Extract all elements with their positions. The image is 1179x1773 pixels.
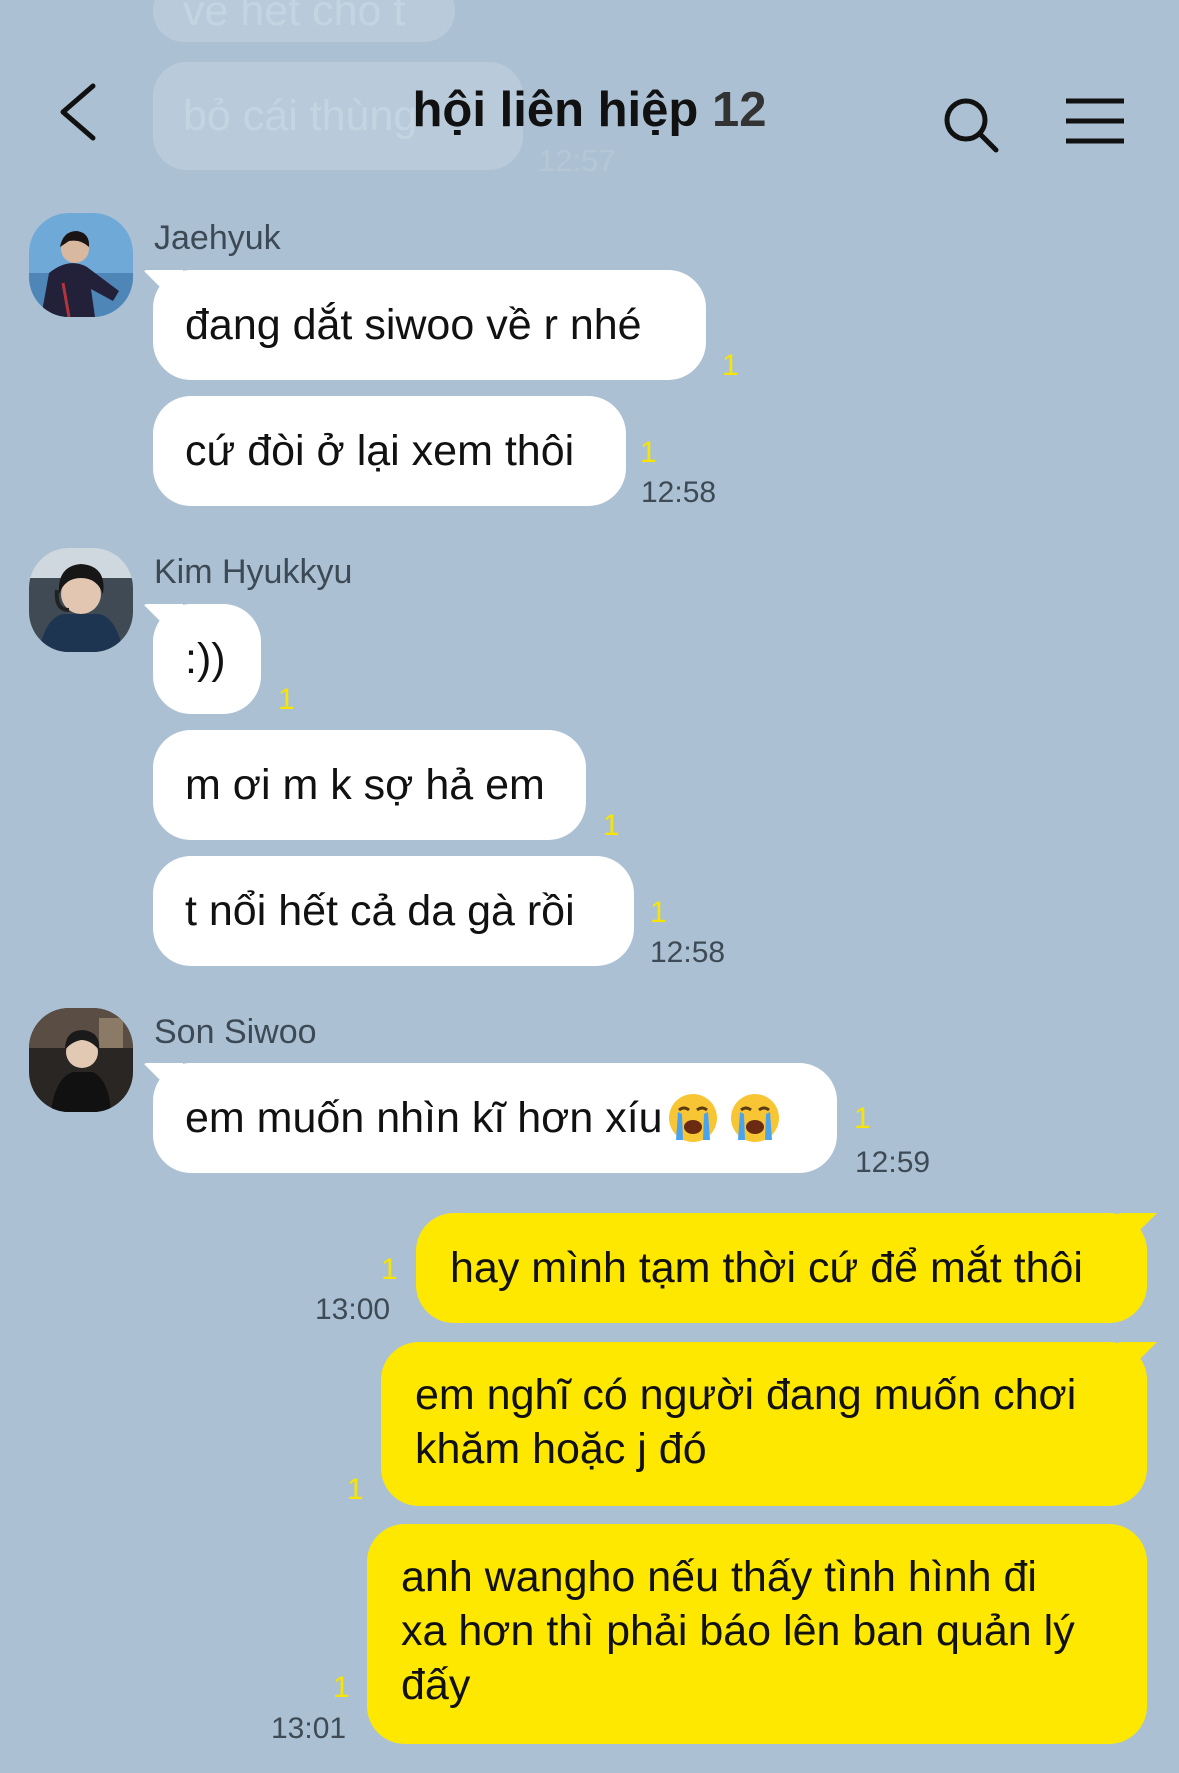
unread-count: 1: [333, 1671, 350, 1704]
unread-count: 1: [381, 1253, 398, 1286]
message-line: khăm hoặc j đó: [415, 1425, 707, 1473]
member-count: 12: [711, 83, 767, 137]
menu-icon[interactable]: [1064, 97, 1126, 145]
unread-count: 1: [347, 1473, 364, 1506]
message-text: m ơi m k sợ hả em: [185, 761, 545, 809]
message-bubble[interactable]: cứ đòi ở lại xem thôi: [153, 396, 626, 506]
sender-name: Jaehyuk: [154, 219, 281, 257]
sender-name: Son Siwoo: [154, 1013, 317, 1051]
message-text: em nghĩ có người đang muốn chơi khăm hoặ…: [415, 1368, 1076, 1476]
chat-title: hội liên hiệp 12: [0, 82, 1179, 138]
message-time: 13:01: [271, 1712, 347, 1745]
message-text: đang dắt siwoo về r nhé: [185, 301, 642, 349]
message-time: 12:59: [855, 1146, 931, 1179]
message-bubble[interactable]: :)): [153, 604, 261, 714]
message-line: em nghĩ có người đang muốn chơi: [415, 1371, 1077, 1419]
message-time: 12:58: [650, 936, 726, 969]
loudly-crying-face-icon: [668, 1094, 717, 1142]
sender-name: Kim Hyukkyu: [154, 553, 353, 591]
unread-count: 1: [278, 683, 295, 716]
message-time: 13:00: [315, 1293, 391, 1326]
message-bubble[interactable]: t nổi hết cả da gà rồi: [153, 856, 634, 966]
message-line: đấy: [401, 1661, 471, 1709]
avatar[interactable]: [29, 213, 133, 317]
my-message-bubble[interactable]: anh wangho nếu thấy tình hình đi xa hơn …: [367, 1524, 1147, 1744]
message-text: t nổi hết cả da gà rồi: [185, 887, 575, 935]
message-bubble[interactable]: m ơi m k sợ hả em: [153, 730, 586, 840]
unread-count: 1: [854, 1102, 871, 1135]
message-bubble[interactable]: đang dắt siwoo về r nhé: [153, 270, 706, 380]
faded-message-text: về hết cho t: [183, 0, 406, 35]
message-line: xa hơn thì phải báo lên ban quản lý: [401, 1607, 1075, 1655]
loudly-crying-face-icon: [730, 1094, 779, 1142]
message-text: hay mình tạm thời cứ để mắt thôi: [450, 1244, 1083, 1292]
my-message-bubble[interactable]: em nghĩ có người đang muốn chơi khăm hoặ…: [381, 1342, 1147, 1506]
message-text: cứ đòi ở lại xem thôi: [185, 427, 575, 475]
unread-count: 1: [722, 349, 739, 382]
message-text: :)): [185, 635, 226, 683]
unread-count: 1: [603, 809, 620, 842]
faded-message-bubble: về hết cho t: [153, 0, 455, 42]
faded-message-time: 12:57: [538, 143, 616, 178]
chat-name: hội liên hiệp: [412, 83, 699, 137]
unread-count: 1: [650, 896, 667, 929]
unread-count: 1: [640, 436, 657, 469]
message-time: 12:58: [641, 476, 717, 509]
message-text: anh wangho nếu thấy tình hình đi xa hơn …: [401, 1550, 1075, 1712]
avatar[interactable]: [29, 1008, 133, 1112]
my-message-bubble[interactable]: hay mình tạm thời cứ để mắt thôi: [416, 1213, 1147, 1323]
avatar[interactable]: [29, 548, 133, 652]
message-line: anh wangho nếu thấy tình hình đi: [401, 1553, 1037, 1601]
search-icon[interactable]: [942, 96, 1000, 154]
message-text: em muốn nhìn kĩ hơn xíu: [185, 1094, 663, 1142]
message-bubble[interactable]: em muốn nhìn kĩ hơn xíu: [153, 1063, 837, 1173]
